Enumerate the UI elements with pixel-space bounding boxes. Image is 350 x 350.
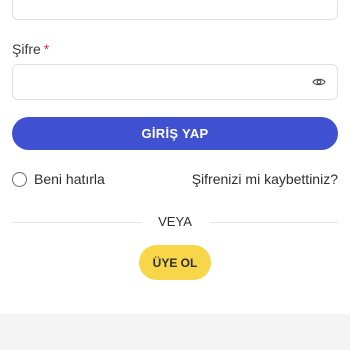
remember-me-label: Beni hatırla xyxy=(34,171,105,187)
required-mark: * xyxy=(43,41,50,57)
remember-me-checkbox[interactable] xyxy=(12,171,27,187)
eye-icon[interactable] xyxy=(311,75,327,89)
forgot-password-link[interactable]: Şifrenizi mi kaybettiniz? xyxy=(192,171,338,187)
password-label-text: Şifre xyxy=(12,41,41,57)
login-card: Şifre * GİRİŞ YAP Beni hatırla Şifrenizi … xyxy=(0,0,350,314)
signup-button[interactable]: ÜYE OL xyxy=(139,245,211,280)
remember-me[interactable]: Beni hatırla xyxy=(12,171,105,187)
username-input[interactable] xyxy=(12,0,338,20)
password-input[interactable] xyxy=(12,64,338,100)
divider-right xyxy=(210,222,338,223)
password-label: Şifre * xyxy=(12,41,49,57)
login-button[interactable]: GİRİŞ YAP xyxy=(12,117,338,150)
